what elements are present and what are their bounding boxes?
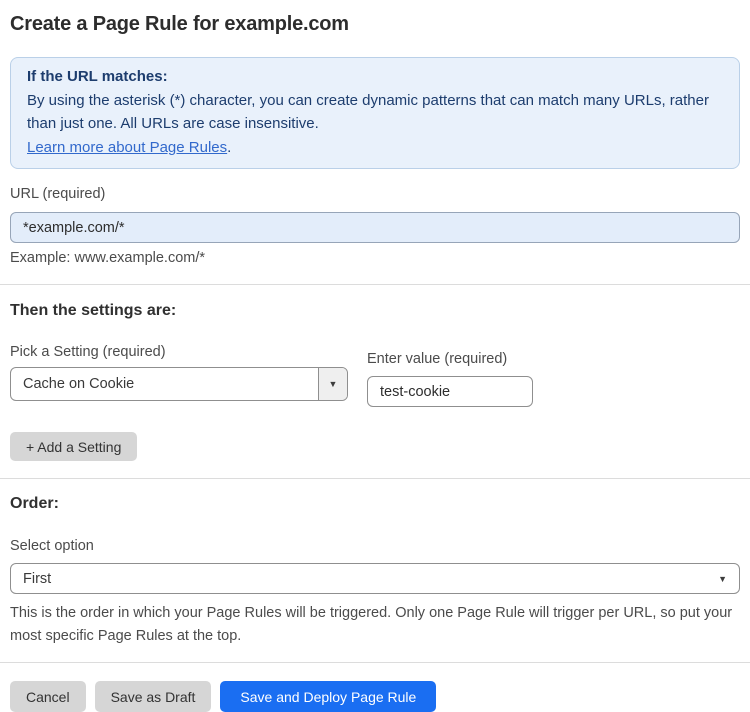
page-rule-form: Create a Page Rule for example.com If th… <box>0 0 750 712</box>
form-actions: Cancel Save as Draft Save and Deploy Pag… <box>10 681 740 712</box>
divider <box>0 284 750 285</box>
enter-value-label: Enter value (required) <box>367 351 508 367</box>
pick-setting-column: Pick a Setting (required) Cache on Cooki… <box>10 344 348 407</box>
chevron-down-icon: ▼ <box>718 573 727 584</box>
info-box-heading: If the URL matches: <box>27 68 168 85</box>
chevron-down-icon: ▼ <box>328 379 338 389</box>
save-as-draft-button[interactable]: Save as Draft <box>94 681 212 712</box>
order-select-dropdown[interactable]: First ▼ <box>10 563 740 594</box>
order-select-label: Select option <box>10 538 94 554</box>
url-input[interactable] <box>10 212 740 243</box>
url-match-info-box: If the URL matches: By using the asteris… <box>10 57 740 169</box>
info-box-link-line: Learn more about Page Rules. <box>27 136 723 160</box>
cancel-button[interactable]: Cancel <box>10 681 86 712</box>
link-suffix: . <box>227 138 232 156</box>
settings-row: Pick a Setting (required) Cache on Cooki… <box>10 344 740 407</box>
setting-select-dropdown[interactable]: Cache on Cookie ▼ <box>10 367 348 401</box>
pick-setting-label: Pick a Setting (required) <box>10 344 166 360</box>
enter-value-column: Enter value (required) <box>367 344 533 407</box>
divider <box>0 478 750 479</box>
order-select-value: First <box>23 570 52 587</box>
setting-value-input[interactable] <box>367 376 533 407</box>
url-field-label: URL (required) <box>10 186 106 202</box>
divider <box>0 662 750 663</box>
order-section-heading: Order: <box>10 495 59 512</box>
page-title: Create a Page Rule for example.com <box>10 13 349 35</box>
info-box-body: By using the asterisk (*) character, you… <box>27 91 709 133</box>
learn-more-link[interactable]: Learn more about Page Rules <box>27 139 227 156</box>
order-helper-text: This is the order in which your Page Rul… <box>10 605 733 644</box>
setting-select-value: Cache on Cookie <box>23 376 135 392</box>
save-and-deploy-button[interactable]: Save and Deploy Page Rule <box>220 681 437 712</box>
url-example-helper: Example: www.example.com/* <box>10 250 206 266</box>
setting-select-arrow-button[interactable]: ▼ <box>318 368 347 400</box>
settings-section-heading: Then the settings are: <box>10 302 177 319</box>
add-setting-button[interactable]: + Add a Setting <box>10 432 138 461</box>
